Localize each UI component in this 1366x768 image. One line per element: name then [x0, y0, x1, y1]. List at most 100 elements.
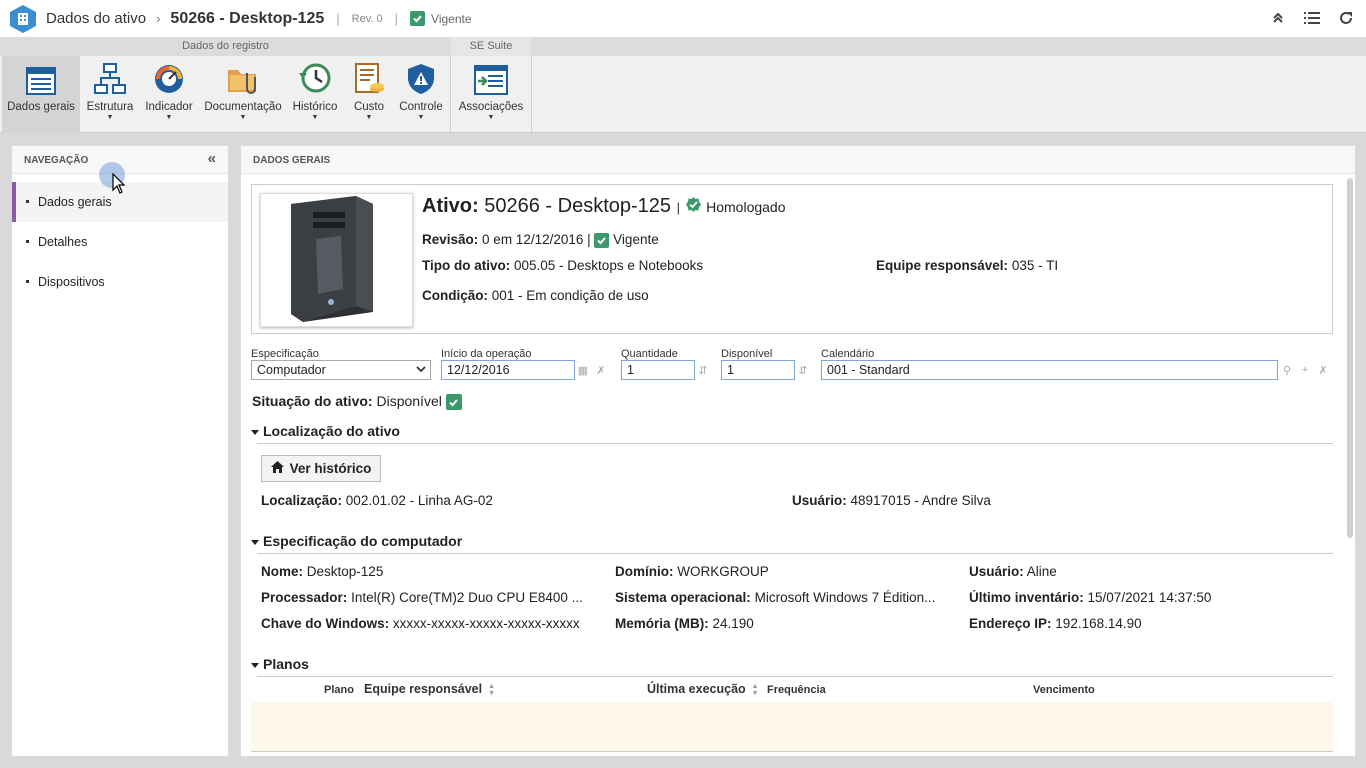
usuario-value: 48917015 - Andre Silva — [850, 493, 991, 508]
nav-item-dispositivos[interactable]: Dispositivos — [12, 262, 228, 302]
column-header-vencimento[interactable]: Vencimento — [1033, 684, 1095, 696]
chevron-down-icon — [416, 363, 426, 377]
calendario-field[interactable]: 001 - Standard — [821, 360, 1278, 380]
memoria-value: 24.190 — [712, 616, 754, 631]
caret-down-icon: ▼ — [417, 114, 425, 121]
mouse-cursor-icon — [112, 173, 126, 194]
situacao-line: Situação do ativo: Disponível — [252, 393, 462, 411]
sistema-operacional-value: Microsoft Windows 7 Édition... — [754, 590, 936, 605]
app-logo-icon — [8, 4, 38, 34]
localizacao-line: Localização: 002.01.02 - Linha AG-02 — [261, 493, 493, 508]
revision-status: Vigente — [613, 232, 659, 247]
scrollbar[interactable] — [1347, 178, 1353, 538]
asset-type-line: Tipo do ativo: 005.05 - Desktops e Noteb… — [422, 258, 703, 273]
ribbon-divider — [531, 56, 532, 133]
usuario-pc-label: Usuário: — [969, 564, 1024, 579]
situacao-label: Situação do ativo: — [252, 393, 373, 409]
chave-windows-line: Chave do Windows: xxxxx-xxxxx-xxxxx-xxxx… — [261, 616, 606, 631]
ribbon-custo-button[interactable]: Custo ▼ — [346, 56, 392, 133]
approval-status: Homologado — [706, 199, 786, 215]
caret-down-icon: ▼ — [239, 114, 247, 121]
divider: | — [676, 200, 680, 215]
usuario-label: Usuário: — [792, 493, 847, 508]
nome-label: Nome: — [261, 564, 304, 579]
ribbon-label: Estrutura — [86, 101, 134, 113]
refresh-icon[interactable] — [1336, 8, 1356, 28]
calendar-icon[interactable]: ▦ — [575, 360, 591, 380]
especificacao-select[interactable]: Computador — [251, 360, 431, 380]
localizacao-section-toggle[interactable]: Localização do ativo — [251, 423, 400, 439]
ribbon-estrutura-button[interactable]: Estrutura ▼ — [82, 56, 138, 133]
spinner-icon[interactable]: ⇵ — [795, 360, 811, 380]
ribbon-divider — [450, 56, 451, 133]
dominio-value: WORKGROUP — [677, 564, 769, 579]
status-label: Vigente — [431, 11, 472, 26]
especificacao-label: Especificação — [251, 348, 319, 360]
ribbon-historico-button[interactable]: Histórico ▼ — [288, 56, 342, 133]
collapse-up-icon[interactable] — [1268, 8, 1288, 28]
navigation-title: NAVEGAÇÃO — [24, 155, 89, 166]
add-icon[interactable]: + — [1297, 360, 1313, 380]
gauge-icon — [153, 63, 185, 98]
planos-section-toggle[interactable]: Planos — [251, 656, 309, 672]
asset-type-value: 005.05 - Desktops e Notebooks — [514, 258, 704, 273]
ribbon-group-label: SE Suite — [451, 37, 531, 56]
disponivel-field[interactable]: 1 — [721, 360, 795, 380]
revision-value: 0 em 12/12/2016 — [482, 232, 584, 247]
caret-down-icon: ▼ — [365, 114, 373, 121]
list-icon[interactable] — [1302, 8, 1322, 28]
home-icon — [270, 461, 284, 476]
divider — [257, 676, 1333, 677]
ribbon-toolbar: Dados do registro SE Suite Dados gerais … — [0, 37, 1366, 133]
processador-value: Intel(R) Core(TM)2 Duo CPU E8400 ... — [351, 590, 583, 605]
usuario-pc-line: Usuário: Aline — [969, 564, 1314, 579]
main-panel: DADOS GERAIS Ativo: 50266 - Desktop-125 … — [240, 145, 1356, 757]
column-header-ultima-execucao[interactable]: Última execução ▲ ▼ — [647, 682, 759, 697]
column-header-frequencia[interactable]: Frequência — [767, 684, 826, 696]
clear-icon[interactable]: ✗ — [593, 360, 609, 380]
main-title: DADOS GERAIS — [253, 155, 331, 166]
team-line: Equipe responsável: 035 - TI — [876, 258, 1058, 273]
folder-clip-icon — [227, 65, 259, 98]
ultimo-inventario-line: Último inventário: 15/07/2021 14:37:50 — [969, 590, 1314, 605]
endereco-ip-line: Endereço IP: 192.168.14.90 — [969, 616, 1314, 631]
caret-down-icon: ▼ — [311, 114, 319, 121]
revision-line: Revisão: 0 em 12/12/2016 | Vigente — [422, 232, 659, 248]
nav-item-detalhes[interactable]: Detalhes — [12, 222, 228, 262]
quantidade-label: Quantidade — [621, 348, 678, 360]
navigation-panel: NAVEGAÇÃO « Dados gerais Detalhes Dispos… — [11, 145, 229, 757]
column-header-equipe[interactable]: Equipe responsável ▲ ▼ — [364, 682, 495, 697]
ribbon-documentacao-button[interactable]: Documentação ▼ — [202, 56, 284, 133]
ver-historico-button[interactable]: Ver histórico — [261, 455, 381, 482]
ribbon-label: Documentação — [204, 101, 282, 113]
association-icon — [474, 65, 508, 98]
shield-warning-icon — [406, 63, 436, 98]
column-header-plano[interactable]: Plano — [324, 684, 354, 696]
record-title: 50266 - Desktop-125 — [170, 9, 325, 27]
chave-windows-label: Chave do Windows: — [261, 616, 390, 631]
ultimo-inventario-label: Último inventário: — [969, 590, 1084, 605]
column-label: Equipe responsável — [364, 682, 483, 696]
ribbon-controle-button[interactable]: Controle ▼ — [396, 56, 446, 133]
asset-photo — [260, 193, 413, 327]
spinner-icon[interactable]: ⇵ — [695, 360, 711, 380]
usuario-line: Usuário: 48917015 - Andre Silva — [792, 493, 991, 508]
ribbon-associacoes-button[interactable]: Associações ▼ — [454, 56, 528, 133]
memoria-line: Memória (MB): 24.190 — [615, 616, 960, 631]
clear-icon[interactable]: ✗ — [1315, 360, 1331, 380]
divider: | — [394, 11, 399, 26]
search-icon[interactable]: ⚲ — [1279, 360, 1295, 380]
divider — [257, 553, 1333, 554]
caret-down-icon: ▼ — [165, 114, 173, 121]
inicio-date-field[interactable]: 12/12/2016 — [441, 360, 575, 380]
sort-icon: ▲ ▼ — [751, 682, 759, 697]
nome-line: Nome: Desktop-125 — [261, 564, 606, 579]
quantidade-field[interactable]: 1 — [621, 360, 695, 380]
check-icon — [445, 394, 462, 411]
computador-section-toggle[interactable]: Especificação do computador — [251, 533, 462, 549]
ribbon-dados-gerais-button[interactable]: Dados gerais — [2, 56, 80, 133]
ribbon-indicador-button[interactable]: Indicador ▼ — [140, 56, 198, 133]
collapse-left-icon[interactable]: « — [208, 151, 216, 166]
revision-label: Revisão: — [422, 232, 479, 247]
condition-value: 001 - Em condição de uso — [491, 288, 649, 303]
